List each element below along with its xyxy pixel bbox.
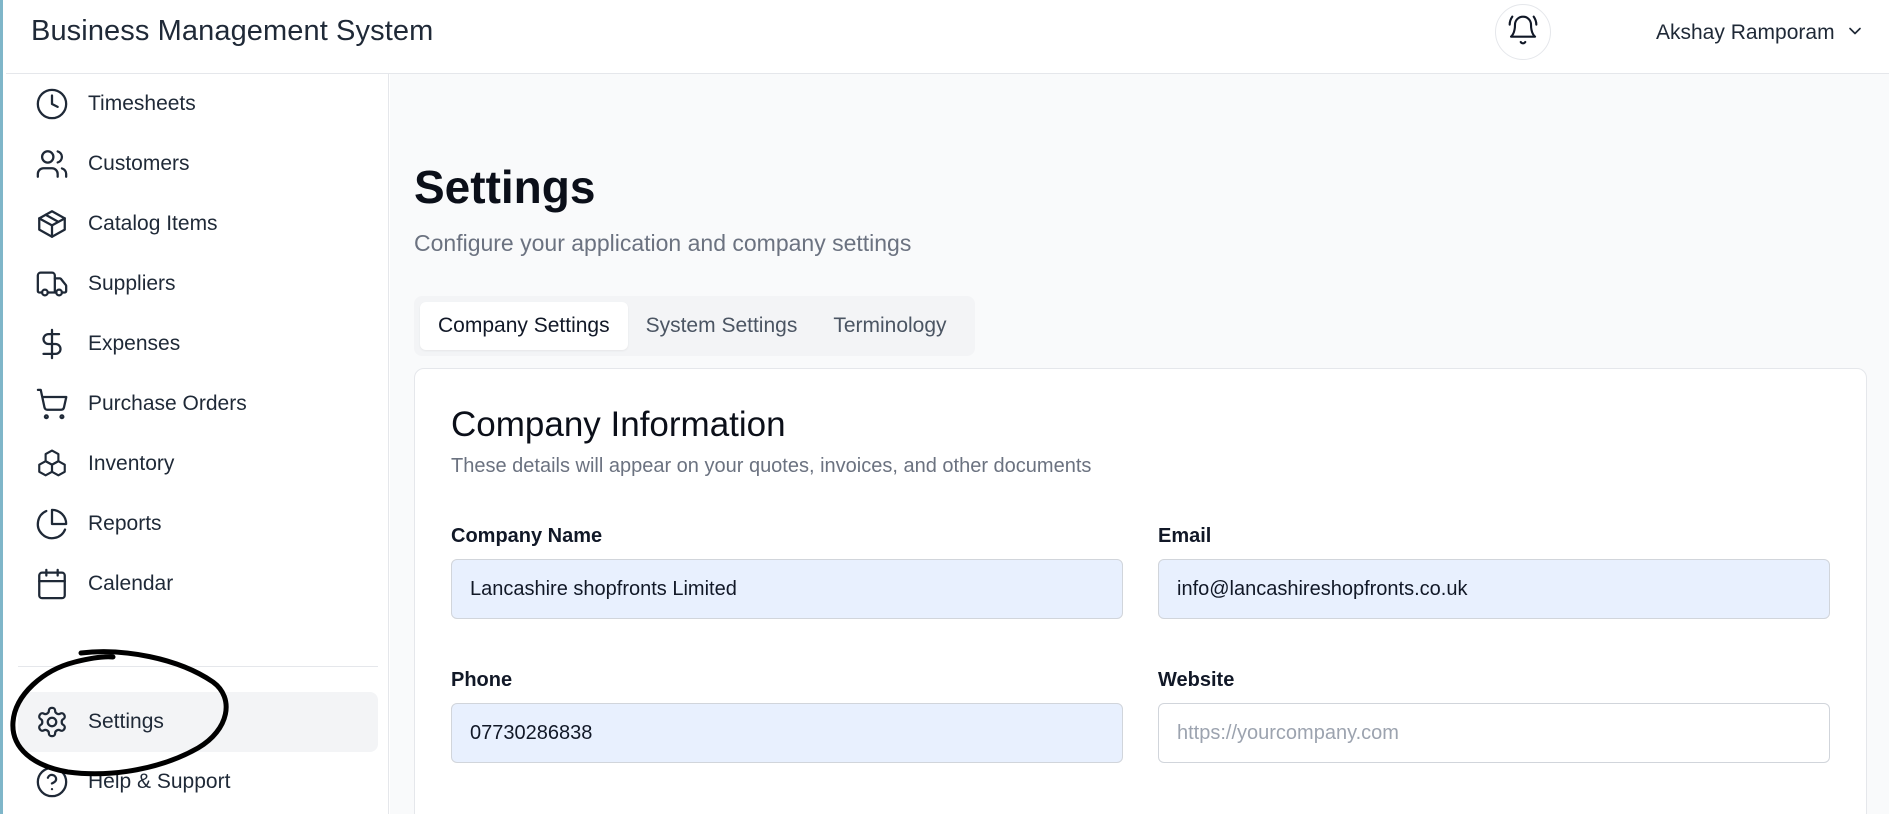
sidebar-item-label: Calendar bbox=[88, 572, 174, 595]
phone-label: Phone bbox=[451, 669, 513, 691]
sidebar-item-catalog-items[interactable]: Catalog Items bbox=[18, 194, 378, 254]
tab-terminology[interactable]: Terminology bbox=[815, 302, 964, 350]
truck-icon bbox=[34, 266, 70, 302]
gear-icon bbox=[34, 704, 70, 740]
website-input[interactable] bbox=[1158, 703, 1830, 763]
sidebar-item-label: Expenses bbox=[88, 332, 181, 355]
sidebar-item-reports[interactable]: Reports bbox=[18, 494, 378, 554]
sidebar-item-label: Timesheets bbox=[88, 92, 196, 115]
sidebar-item-label: Purchase Orders bbox=[88, 392, 247, 415]
company-information-card: Company Information These details will a… bbox=[414, 368, 1867, 814]
clock-icon bbox=[34, 86, 70, 122]
settings-tabs: Company Settings System Settings Termino… bbox=[414, 296, 975, 356]
top-bar: Business Management System Akshay Rampor… bbox=[6, 0, 1889, 74]
email-input[interactable] bbox=[1158, 559, 1830, 619]
website-label: Website bbox=[1158, 669, 1235, 691]
app-title: Business Management System bbox=[31, 15, 434, 47]
bell-ring-icon bbox=[1507, 14, 1539, 51]
phone-input[interactable] bbox=[451, 703, 1123, 763]
user-menu[interactable]: Akshay Ramporam bbox=[1656, 18, 1865, 48]
help-circle-icon bbox=[34, 764, 70, 800]
sidebar-item-inventory[interactable]: Inventory bbox=[18, 434, 378, 494]
main-content: Settings Configure your application and … bbox=[390, 74, 1889, 814]
sidebar-item-label: Reports bbox=[88, 512, 162, 535]
sidebar-item-expenses[interactable]: Expenses bbox=[18, 314, 378, 374]
card-description: These details will appear on your quotes… bbox=[451, 455, 1092, 477]
company-name-input[interactable] bbox=[451, 559, 1123, 619]
sidebar-item-purchase-orders[interactable]: Purchase Orders bbox=[18, 374, 378, 434]
sidebar-divider bbox=[18, 666, 378, 667]
email-label: Email bbox=[1158, 525, 1212, 547]
sidebar-item-customers[interactable]: Customers bbox=[18, 134, 378, 194]
tab-system-settings[interactable]: System Settings bbox=[628, 302, 816, 350]
app-window: Business Management System Akshay Rampor… bbox=[0, 0, 1889, 814]
sidebar-item-help-support[interactable]: Help & Support bbox=[18, 752, 378, 812]
sidebar: Timesheets Customers Catalog Items Suppl… bbox=[6, 74, 389, 814]
calendar-icon bbox=[34, 566, 70, 602]
chevron-down-icon bbox=[1845, 21, 1865, 46]
cart-icon bbox=[34, 386, 70, 422]
sidebar-item-suppliers[interactable]: Suppliers bbox=[18, 254, 378, 314]
dollar-icon bbox=[34, 326, 70, 362]
notifications-button[interactable] bbox=[1495, 4, 1551, 60]
card-title: Company Information bbox=[451, 405, 786, 444]
user-name: Akshay Ramporam bbox=[1656, 21, 1835, 44]
sidebar-item-label: Help & Support bbox=[88, 770, 231, 793]
users-icon bbox=[34, 146, 70, 182]
sidebar-item-label: Inventory bbox=[88, 452, 175, 475]
sidebar-item-label: Customers bbox=[88, 152, 190, 175]
page-subtitle: Configure your application and company s… bbox=[414, 230, 912, 256]
company-name-label: Company Name bbox=[451, 525, 603, 547]
page-title: Settings bbox=[414, 161, 596, 213]
sidebar-item-label: Suppliers bbox=[88, 272, 176, 295]
tab-company-settings[interactable]: Company Settings bbox=[420, 302, 628, 350]
sidebar-item-label: Catalog Items bbox=[88, 212, 218, 235]
sidebar-item-settings[interactable]: Settings bbox=[18, 692, 378, 752]
sidebar-item-label: Settings bbox=[88, 710, 164, 733]
sidebar-item-timesheets[interactable]: Timesheets bbox=[18, 74, 378, 134]
boxes-icon bbox=[34, 446, 70, 482]
package-icon bbox=[34, 206, 70, 242]
pie-chart-icon bbox=[34, 506, 70, 542]
sidebar-item-calendar[interactable]: Calendar bbox=[18, 554, 378, 614]
